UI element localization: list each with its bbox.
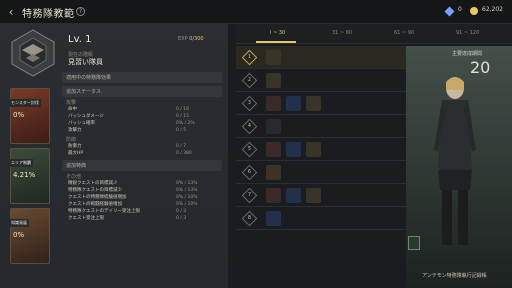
stat-row: 防御力 0 / 7: [68, 144, 187, 149]
record-book-icon[interactable]: [408, 236, 420, 250]
stat-row: クエストの戦闘経験値増加 0% / 10%: [68, 202, 198, 207]
level-marker: 4: [241, 118, 258, 135]
shield-icon[interactable]: [306, 142, 321, 157]
card-percent: 0%: [13, 231, 25, 239]
stat-row: 攻撃力 0 / 5: [68, 128, 187, 133]
effects-header: 適用中の特務隊効果: [62, 72, 222, 83]
stats-list: 適用中の特務隊効果 追加ステータス 攻撃 命中 0 / 16 バッシュダメージ 0 …: [62, 72, 222, 222]
potion-icon[interactable]: [266, 211, 281, 226]
reward-row[interactable]: 6: [236, 161, 406, 184]
stat-row: バッシュ確率 0% / 2%: [68, 121, 195, 126]
tab-91-120[interactable]: 91 ~ 120: [456, 30, 479, 36]
level-marker: 8: [241, 210, 258, 227]
stat-row: 命中 0 / 16: [68, 107, 189, 112]
rank-value: 見習い隊員: [68, 58, 103, 66]
card-knowledge[interactable]: 知識発展 0%: [9, 208, 50, 264]
gold-coin-count: 62,202: [482, 6, 503, 13]
bonus-header: 追加ステータス: [62, 86, 222, 97]
potion-icon[interactable]: [286, 188, 301, 203]
stat-row: クエスト受注上限 0 / 3: [68, 216, 187, 221]
active-tab-indicator: [256, 41, 296, 43]
stat-row: 特務隊クエストの目標減少 0% / 13%: [68, 188, 198, 193]
level-tabs: Ⅰ ~ 30 31 ~ 60 61 ~ 90 91 ~ 120: [236, 24, 512, 44]
tab-31-60[interactable]: 31 ~ 60: [332, 30, 352, 36]
rank-emblem-icon: [11, 29, 55, 77]
rank-badge-icon[interactable]: [266, 73, 281, 88]
gold-coin-icon: [470, 7, 478, 15]
level-marker: 7: [241, 187, 258, 204]
blue-gem-count: 0: [458, 6, 462, 13]
reward-row[interactable]: 5: [236, 138, 406, 161]
page-title: 特務隊教範: [22, 9, 75, 20]
sword-icon[interactable]: [266, 188, 281, 203]
potion-icon[interactable]: [286, 96, 301, 111]
card-tag: 知識発展: [9, 219, 29, 227]
tab-1-30[interactable]: Ⅰ ~ 30: [270, 30, 285, 36]
rank-badge-icon[interactable]: [266, 165, 281, 180]
stat-row: 最大HP 0 / 380: [68, 151, 192, 156]
level-marker: 2: [241, 72, 258, 89]
potion-icon[interactable]: [286, 142, 301, 157]
reward-row[interactable]: 3: [236, 92, 406, 115]
reward-row[interactable]: 7: [236, 184, 406, 207]
sword-icon[interactable]: [266, 142, 281, 157]
level-text: Lv. 1: [68, 34, 92, 45]
shield-icon[interactable]: [306, 96, 321, 111]
defense-label: 防御: [66, 137, 77, 143]
reward-row[interactable]: 1: [236, 46, 406, 69]
record-caption: アンテモン特務隊執行記録帳: [422, 273, 487, 279]
card-monster[interactable]: モンスター討伐 0%: [9, 88, 50, 144]
help-icon[interactable]: ?: [76, 7, 85, 16]
level-marker: 1: [241, 49, 258, 66]
sword-icon[interactable]: [266, 96, 281, 111]
stat-row: 精鋭クエストの目標減少 0% / 13%: [68, 181, 198, 186]
card-area[interactable]: エリア制覇 4.21%: [9, 148, 50, 204]
card-tag: エリア制覇: [9, 159, 33, 167]
other-label: その他: [66, 174, 82, 180]
back-button[interactable]: ‹: [4, 5, 18, 19]
attack-label: 攻撃: [66, 100, 77, 106]
level-marker: 6: [241, 164, 258, 181]
level-marker: 5: [241, 141, 258, 158]
reward-row[interactable]: 4: [236, 115, 406, 138]
stat-row: 特務隊クエストのデイリー受注上限 0 / 3: [68, 209, 187, 214]
reward-row[interactable]: 8: [236, 207, 406, 230]
chevron-rank-icon[interactable]: [266, 50, 281, 65]
tab-61-90[interactable]: 61 ~ 90: [394, 30, 414, 36]
character-figure: [434, 77, 476, 245]
special-header: 追加特典: [62, 160, 222, 171]
brush-icon[interactable]: [266, 119, 281, 134]
card-percent: 4.21%: [13, 171, 36, 179]
stat-row: バッシュダメージ 0 / 15: [68, 114, 189, 119]
level-marker: 3: [241, 95, 258, 112]
shield-icon[interactable]: [306, 188, 321, 203]
stat-row: クエストの特務隊経験値増加 0% / 10%: [68, 195, 198, 200]
card-percent: 0%: [13, 111, 25, 119]
exp-text: EXP 0/300: [178, 36, 204, 42]
card-tag: モンスター討伐: [9, 99, 41, 107]
reward-row[interactable]: 2: [236, 69, 406, 92]
milestone-label: 主要達成期間: [452, 51, 483, 57]
